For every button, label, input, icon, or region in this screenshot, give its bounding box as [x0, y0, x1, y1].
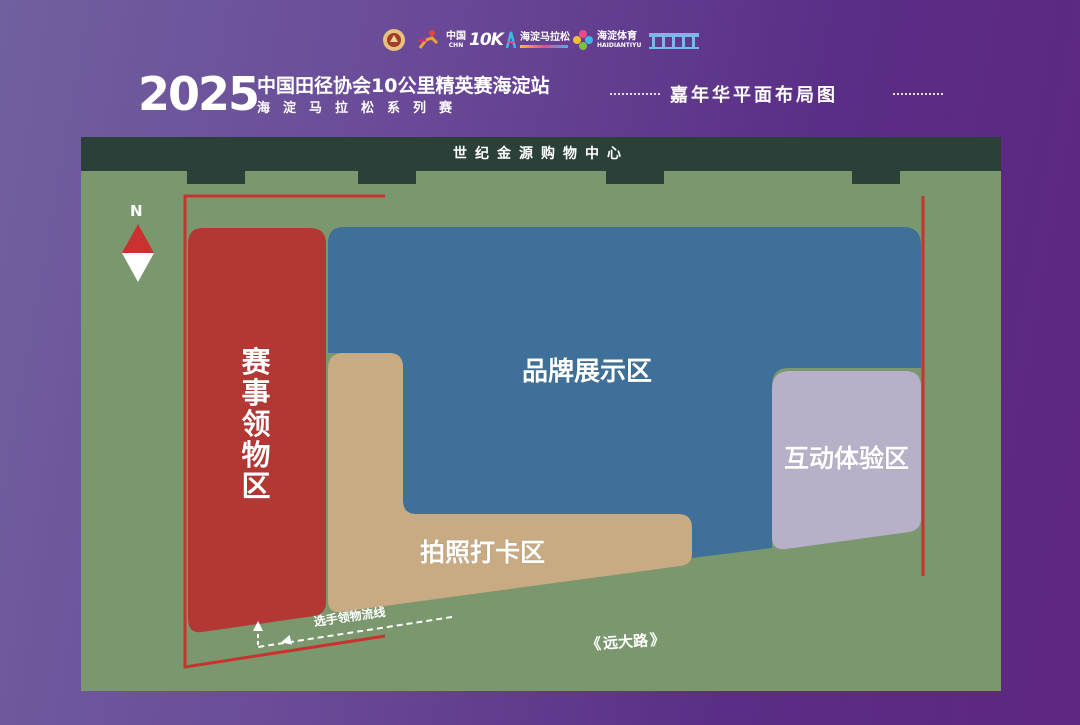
brand-display-label: 品牌展示区: [522, 357, 653, 387]
shopping-mall-label: 世纪金源购物中心: [453, 146, 629, 162]
event-pickup-label: 赛事领物区: [241, 345, 271, 503]
mall-entrance-4: [852, 171, 900, 184]
carnival-layout-poster: 中国 CHN 10K 海淀马拉松 海淀体育 HAIDIANTIYU 2025 中…: [0, 0, 1080, 725]
road-label: 远大路: [602, 631, 649, 653]
road-arrow-right: 》: [649, 630, 666, 650]
mall-entrance-1: [187, 171, 245, 184]
road-arrow-left: 《: [585, 634, 602, 654]
mall-entrance-3: [606, 171, 664, 184]
compass-north-label: N: [130, 202, 143, 220]
interactive-label: 互动体验区: [784, 444, 910, 473]
photo-checkin-label: 拍照打卡区: [420, 538, 546, 567]
flow-arrow-left: [281, 634, 293, 645]
mall-entrance-2: [358, 171, 416, 184]
